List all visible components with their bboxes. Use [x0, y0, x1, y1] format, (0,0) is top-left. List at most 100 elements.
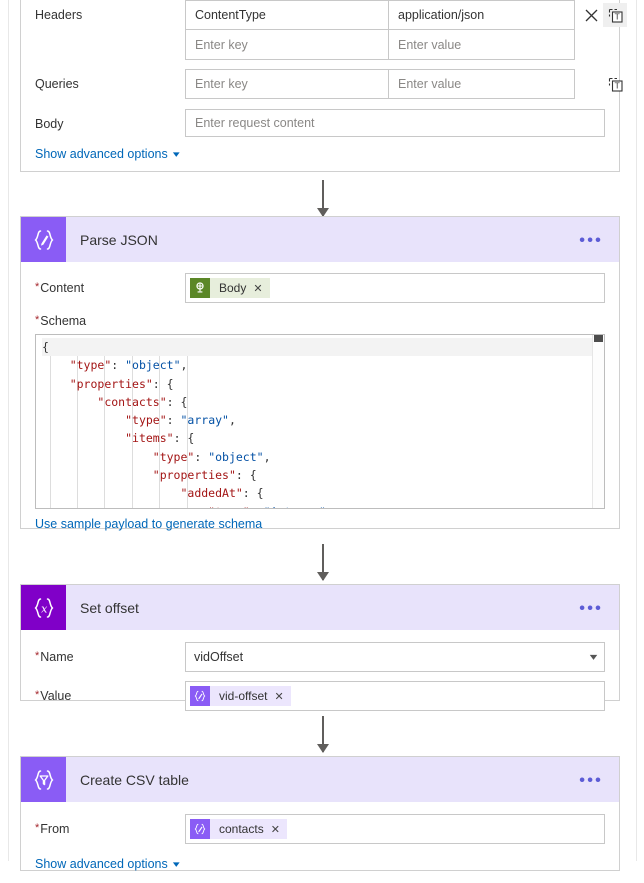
schema-line: "addedAt": {	[180, 486, 264, 501]
content-label: *Content	[35, 273, 185, 295]
parse-json-header[interactable]: Parse JSON •••	[21, 217, 619, 262]
designer-canvas: Headers ContentType application/json Ent…	[0, 0, 644, 871]
create-csv-table-card: Create CSV table ••• *From contacts ✕ Sh…	[20, 756, 620, 871]
set-offset-title: Set offset	[80, 599, 139, 616]
use-sample-payload-link[interactable]: Use sample payload to generate schema	[35, 517, 262, 531]
set-offset-header[interactable]: x Set offset •••	[21, 585, 619, 630]
header-key-input-1[interactable]: ContentType	[185, 0, 389, 30]
header-row-2: Enter key Enter value	[185, 30, 575, 60]
required-marker: *	[35, 689, 40, 701]
token-remove-icon[interactable]: ✕	[274, 690, 283, 703]
connector-arrow-1	[317, 180, 329, 217]
required-marker: *	[35, 281, 40, 293]
create-csv-header[interactable]: Create CSV table •••	[21, 757, 619, 802]
value-input[interactable]: vid-offset ✕	[185, 681, 605, 711]
value-label: *Value	[35, 681, 185, 703]
schema-line: "type": "integer"	[42, 503, 604, 508]
token-remove-icon[interactable]: ✕	[271, 823, 280, 836]
schema-line: "type": "object",	[69, 358, 188, 373]
schema-scrollbar[interactable]	[592, 335, 604, 508]
parse-json-menu-button[interactable]: •••	[579, 231, 603, 248]
close-icon[interactable]	[579, 3, 603, 27]
show-advanced-options-link-http[interactable]: Show advanced options ▾	[35, 147, 180, 161]
connector-arrow-2	[317, 544, 329, 581]
content-input[interactable]: Body ✕	[185, 273, 605, 303]
parse-json-content-row: *Content Body ✕	[21, 273, 619, 303]
header-key-input-2[interactable]: Enter key	[185, 30, 389, 60]
query-key-input-1[interactable]: Enter key	[185, 69, 389, 99]
show-advanced-options-link-csv[interactable]: Show advanced options ▾	[35, 857, 180, 871]
show-advanced-options-label-http: Show advanced options	[35, 147, 168, 161]
chevron-down-icon[interactable]: ▾	[590, 652, 598, 663]
create-csv-title: Create CSV table	[80, 771, 189, 788]
csv-advanced-options-row: Show advanced options ▾	[21, 844, 619, 883]
http-advanced-options-row: Show advanced options ▾	[21, 137, 619, 173]
headers-label: Headers	[35, 8, 83, 22]
create-csv-from-row: *From contacts ✕	[21, 814, 619, 844]
token-chip-vid-offset[interactable]: vid-offset ✕	[190, 686, 291, 706]
sample-payload-row: Use sample payload to generate schema	[21, 509, 619, 541]
body-row: Body Enter request content	[21, 109, 619, 137]
text-token-icon[interactable]: T	[603, 3, 627, 27]
text-token-icon[interactable]: T	[603, 72, 627, 96]
query-row-1: Enter key Enter value	[185, 69, 575, 99]
show-advanced-options-label-csv: Show advanced options	[35, 857, 168, 871]
schema-line: "type": "object",	[152, 449, 271, 464]
connector-arrow-3	[317, 716, 329, 753]
schema-scroll-thumb[interactable]	[594, 335, 603, 342]
http-connector-icon	[190, 278, 210, 298]
body-input[interactable]: Enter request content	[185, 109, 605, 137]
content-label-text: Content	[40, 281, 85, 295]
set-offset-name-row: *Name vidOffset ▾	[21, 642, 619, 672]
parse-json-card: Parse JSON ••• *Content Body ✕ *Schema {…	[20, 216, 620, 531]
token-chip-contacts[interactable]: contacts ✕	[190, 819, 287, 839]
from-label: *From	[35, 814, 185, 836]
required-marker: *	[35, 650, 40, 662]
braces-pen-icon	[21, 217, 66, 262]
page-edge-right	[636, 0, 637, 861]
name-label: *Name	[35, 642, 185, 664]
header-row-1: ContentType application/json	[185, 0, 575, 30]
name-select-value: vidOffset	[194, 650, 244, 664]
schema-line: {	[42, 338, 604, 357]
schema-code: { "type": "object", "properties": { "con…	[36, 335, 604, 508]
header-value-input-2[interactable]: Enter value	[389, 30, 575, 60]
set-offset-value-row: *Value vid-offset ✕	[21, 681, 619, 711]
queries-row: Queries Enter key Enter value T	[21, 69, 623, 99]
token-chip-body[interactable]: Body ✕	[190, 278, 270, 298]
chevron-down-icon: ▾	[172, 858, 180, 869]
schema-line: "properties": {	[69, 376, 174, 391]
token-chip-body-label: Body	[219, 281, 247, 295]
set-offset-menu-button[interactable]: •••	[579, 599, 603, 616]
schema-label-row: *Schema	[21, 314, 619, 328]
name-label-text: Name	[40, 650, 74, 664]
body-label: Body	[35, 117, 64, 131]
headers-row: Headers ContentType application/json Ent…	[21, 0, 627, 60]
schema-line: "items": {	[125, 431, 195, 446]
token-remove-icon[interactable]: ✕	[253, 282, 262, 295]
http-action-card: Headers ContentType application/json Ent…	[20, 0, 627, 173]
chevron-down-icon: ▾	[172, 148, 180, 159]
required-marker: *	[35, 822, 40, 834]
svg-text:T: T	[613, 81, 619, 90]
expression-icon	[190, 819, 210, 839]
token-chip-contacts-label: contacts	[219, 822, 264, 836]
page-edge-left	[8, 0, 9, 861]
value-label-text: Value	[40, 689, 72, 703]
schema-line: "properties": {	[152, 468, 257, 483]
expression-icon	[190, 686, 210, 706]
svg-text:x: x	[41, 602, 48, 615]
name-select[interactable]: vidOffset ▾	[185, 642, 605, 672]
query-value-input-1[interactable]: Enter value	[389, 69, 575, 99]
queries-label: Queries	[35, 77, 79, 91]
schema-line: "type": "array",	[125, 413, 236, 428]
braces-funnel-icon	[21, 757, 66, 802]
from-label-text: From	[40, 822, 70, 836]
required-marker: *	[35, 314, 40, 326]
schema-line: "contacts": {	[97, 394, 188, 409]
braces-x-icon: x	[21, 585, 66, 630]
from-input[interactable]: contacts ✕	[185, 814, 605, 844]
header-value-input-1[interactable]: application/json	[389, 0, 575, 30]
create-csv-menu-button[interactable]: •••	[579, 771, 603, 788]
schema-editor[interactable]: { "type": "object", "properties": { "con…	[35, 334, 605, 509]
